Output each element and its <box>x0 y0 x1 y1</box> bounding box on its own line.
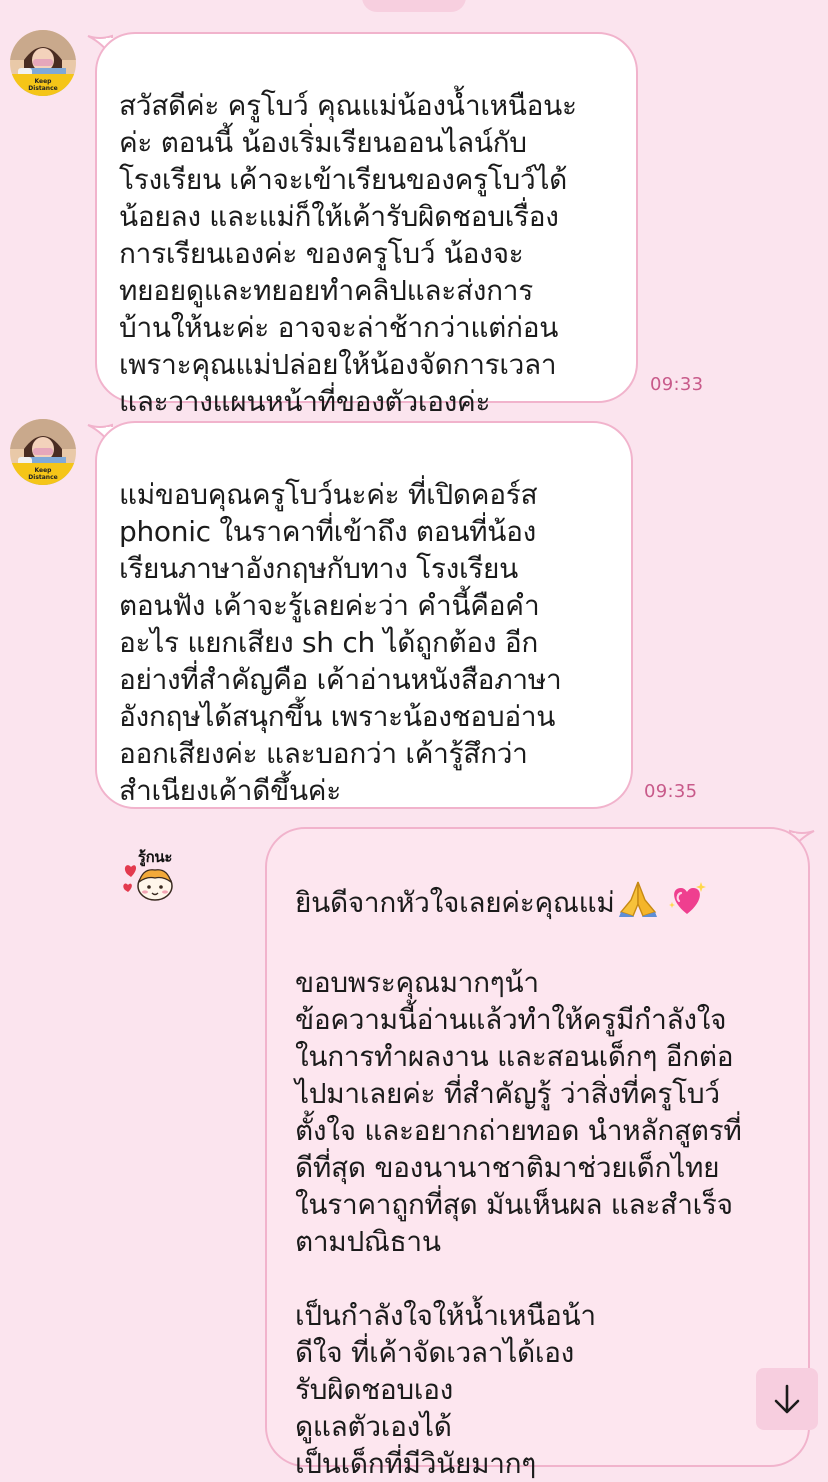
arrow-down-icon <box>774 1384 800 1414</box>
cute-girl-sticker-icon: รู้กนะ <box>119 809 177 901</box>
sender-avatar[interactable]: Keep Distance <box>10 30 76 96</box>
message-text: สวัสดีค่ะ ครูโบว์ คุณแม่น้องน้ำเหนือนะ ค… <box>119 89 577 418</box>
incoming-message-bubble[interactable]: แม่ขอบคุณครูโบว์นะค่ะ ที่เปิดคอร์ส phoni… <box>95 421 633 901</box>
outgoing-message-bubble[interactable]: ยินดีจากหัวใจเลยค่ะคุณแม่ ขอบพระคุณมากๆน… <box>265 827 810 1480</box>
svg-text:Keep: Keep <box>35 78 53 85</box>
message-first-line: ยินดีจากหัวใจเลยค่ะคุณแม่ <box>295 878 790 927</box>
previous-message-stub <box>362 0 466 12</box>
sparkling-heart-icon <box>667 880 707 927</box>
message-timestamp: 09:35 <box>644 781 698 802</box>
svg-text:รู้กนะ: รู้กนะ <box>138 848 172 867</box>
message-text: แม่ขอบคุณครูโบว์นะค่ะ ที่เปิดคอร์ส phoni… <box>119 478 562 807</box>
message-timestamp: 09:33 <box>650 374 704 395</box>
message-text: ขอบพระคุณมากๆน้า ข้อความนี้อ่านแล้วทำให้… <box>295 966 742 1480</box>
svg-text:Keep: Keep <box>35 467 53 474</box>
incoming-message-bubble[interactable]: สวัสดีค่ะ ครูโบว์ คุณแม่น้องน้ำเหนือนะ ค… <box>95 32 638 418</box>
svg-text:Distance: Distance <box>28 474 57 481</box>
sender-avatar[interactable]: Keep Distance <box>10 419 76 485</box>
svg-text:Distance: Distance <box>28 85 57 92</box>
scroll-to-bottom-button[interactable] <box>756 1368 818 1430</box>
folded-hands-icon <box>617 878 659 927</box>
